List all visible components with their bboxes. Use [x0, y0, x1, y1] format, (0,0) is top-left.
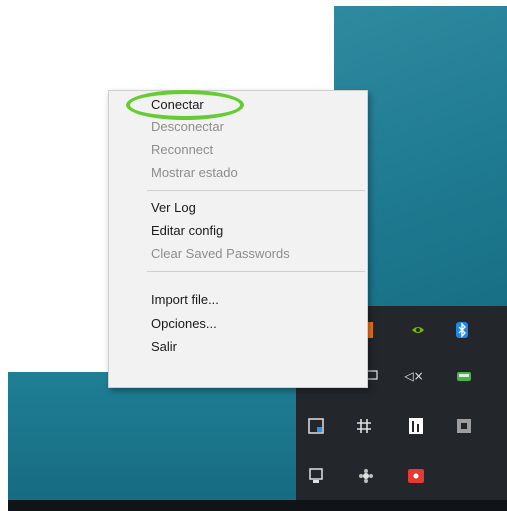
orange-app-icon[interactable]	[366, 322, 382, 338]
menu-item-opciones[interactable]: Opciones...	[151, 314, 217, 334]
menu-item-editar-config[interactable]: Editar config	[151, 221, 223, 241]
slack-icon[interactable]	[356, 418, 372, 434]
green-app-icon[interactable]	[456, 368, 472, 384]
menu-item-salir[interactable]: Salir	[151, 337, 177, 357]
nvidia-icon[interactable]	[410, 322, 426, 338]
tray-context-menu: Conectar Desconectar Reconnect Mostrar e…	[108, 90, 368, 388]
taskbar-edge	[8, 500, 507, 511]
mute-speaker-icon[interactable]: ◁×	[404, 368, 423, 384]
flower-app-icon[interactable]	[358, 468, 374, 484]
menu-item-conectar[interactable]: Conectar	[151, 95, 204, 115]
menu-item-ver-log[interactable]: Ver Log	[151, 198, 196, 218]
usb-device-icon[interactable]	[308, 468, 324, 484]
window-icon[interactable]	[456, 418, 472, 434]
menu-item-import-file[interactable]: Import file...	[151, 290, 219, 310]
menu-separator	[147, 190, 365, 191]
app-bars-icon[interactable]	[408, 418, 424, 434]
menu-item-clear-saved-passwords[interactable]: Clear Saved Passwords	[151, 244, 290, 264]
menu-separator	[147, 271, 365, 272]
red-app-icon[interactable]	[408, 468, 424, 484]
menu-item-mostrar-estado[interactable]: Mostrar estado	[151, 163, 238, 183]
remote-desktop-icon[interactable]	[308, 418, 324, 434]
menu-item-desconectar[interactable]: Desconectar	[151, 117, 224, 137]
menu-item-reconnect[interactable]: Reconnect	[151, 140, 213, 160]
bluetooth-icon[interactable]	[454, 322, 470, 338]
